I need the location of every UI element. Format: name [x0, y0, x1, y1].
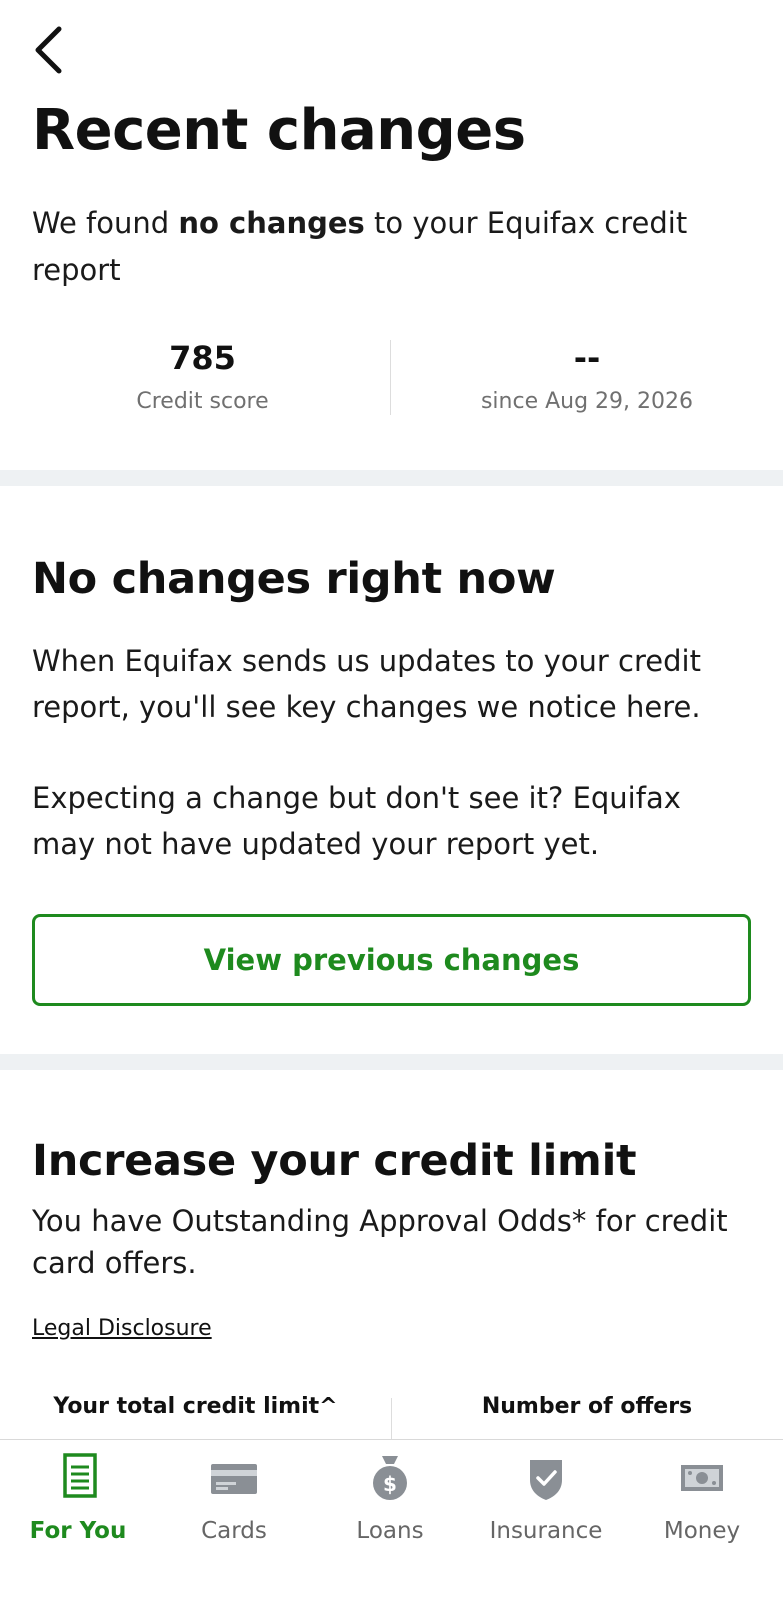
score-change-value: -- — [573, 339, 601, 377]
nav-for-you[interactable]: For You — [0, 1440, 156, 1570]
nav-insurance[interactable]: Insurance — [468, 1440, 624, 1570]
credit-score-value: 785 — [169, 339, 236, 377]
legal-disclosure-link[interactable]: Legal Disclosure — [32, 1316, 212, 1341]
nav-cards[interactable]: Cards — [156, 1440, 312, 1570]
back-button[interactable] — [28, 22, 68, 78]
no-changes-description: When Equifax sends us updates to your cr… — [32, 644, 701, 724]
bottom-nav: For You Cards $ Loans Insurance Money — [0, 1439, 783, 1600]
score-change-label: since Aug 29, 2026 — [480, 389, 694, 414]
card-icon — [211, 1464, 257, 1494]
recent-changes-screen: Recent changes We found no changes to yo… — [0, 0, 783, 1600]
credit-score-stat: 785 Credit score — [11, 335, 394, 414]
nav-money[interactable]: Money — [624, 1440, 780, 1570]
credit-score-label: Credit score — [136, 389, 269, 414]
document-icon — [63, 1453, 97, 1498]
view-previous-changes-button[interactable]: View previous changes — [32, 914, 751, 1006]
intro-prefix: We found — [32, 206, 179, 240]
nav-label: Loans — [356, 1518, 424, 1544]
nav-loans[interactable]: $ Loans — [312, 1440, 468, 1570]
increase-limit-subtitle: You have Outstanding Approval Odds* for … — [32, 1204, 728, 1280]
section-divider — [0, 1054, 783, 1070]
score-summary: 785 Credit score -- since Aug 29, 2026 — [0, 335, 783, 415]
increase-limit-title: Increase your credit limit — [32, 1136, 637, 1186]
nav-label: For You — [29, 1518, 127, 1544]
no-changes-title: No changes right now — [32, 554, 556, 604]
nav-label: Cards — [201, 1518, 267, 1544]
intro-text: We found no changes to your Equifax cred… — [32, 200, 732, 294]
intro-emphasis: no changes — [178, 206, 365, 240]
chevron-left-icon — [35, 26, 62, 74]
money-bag-icon: $ — [373, 1456, 407, 1500]
nav-label: Insurance — [489, 1518, 603, 1544]
no-changes-hint: Expecting a change but don't see it? Equ… — [32, 781, 681, 861]
page-title: Recent changes — [32, 98, 526, 163]
shield-check-icon — [530, 1460, 562, 1500]
section-divider — [0, 470, 783, 486]
svg-text:$: $ — [383, 1472, 397, 1496]
total-credit-limit-header: Your total credit limit^ — [53, 1394, 338, 1419]
banknote-icon — [681, 1465, 723, 1491]
number-of-offers-header: Number of offers — [481, 1394, 693, 1419]
nav-label: Money — [663, 1518, 741, 1544]
score-change-stat: -- since Aug 29, 2026 — [391, 335, 783, 414]
